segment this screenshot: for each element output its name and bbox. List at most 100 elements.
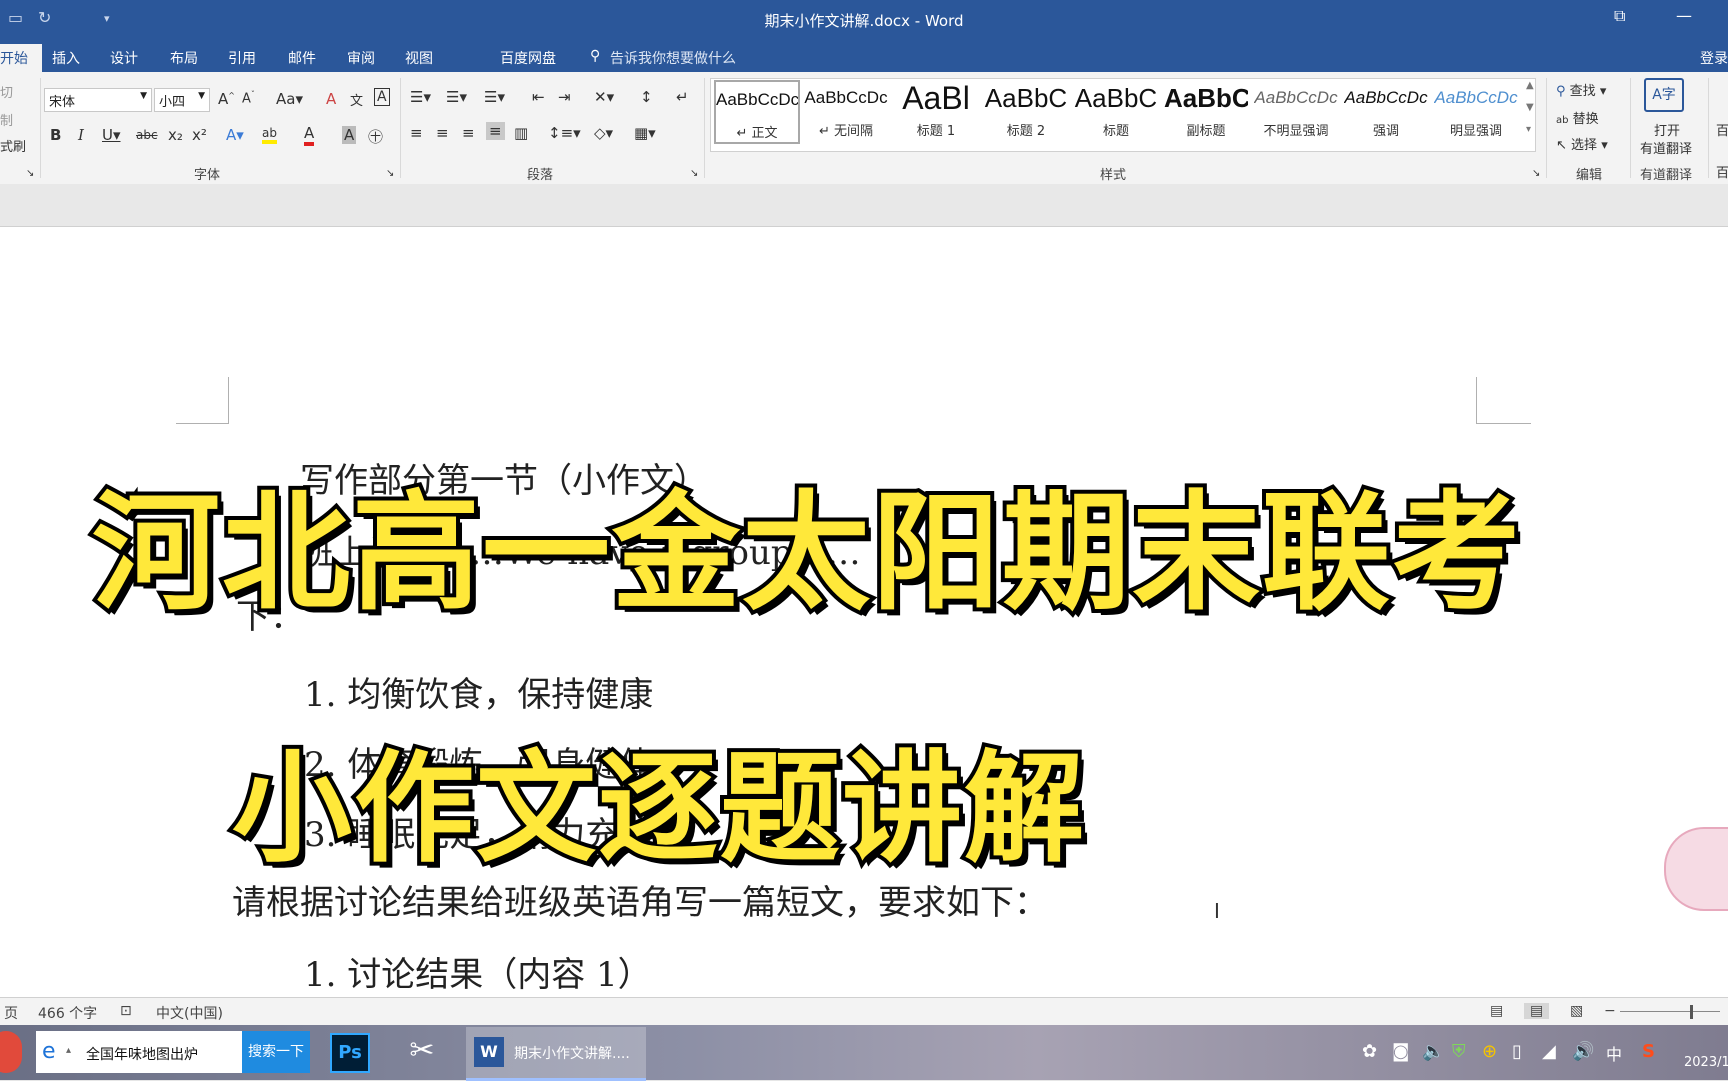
character-shading-icon[interactable]: A (342, 126, 357, 144)
ime-indicator[interactable]: 中 (1606, 1041, 1622, 1065)
clock-date[interactable]: 2023/1 (1684, 1055, 1728, 1070)
login-link[interactable]: 登录 (1700, 48, 1728, 68)
style-emphasis[interactable]: AaBbCcDc 强调 (1344, 80, 1428, 144)
numbering-icon[interactable]: ☰▾ (446, 88, 467, 106)
select-button[interactable]: ↖ 选择 ▾ (1556, 134, 1608, 153)
word-count[interactable]: 466 个字 (38, 1003, 97, 1023)
tab-insert[interactable]: 插入 (52, 48, 80, 68)
font-color-icon[interactable]: A (304, 124, 315, 146)
style-heading-2[interactable]: AaBbC 标题 2 (984, 80, 1068, 144)
power-icon[interactable]: ▯ (1512, 1041, 1522, 1062)
borders-icon[interactable]: ▦▾ (634, 124, 656, 142)
shading-icon[interactable]: ◇▾ (594, 124, 613, 142)
strikethrough-icon[interactable]: abc (136, 128, 158, 142)
partial-button-2[interactable]: 百 (1716, 162, 1728, 181)
language-indicator[interactable]: 中文(中国) (156, 1003, 223, 1023)
tray-app-icon[interactable]: ✿ (1362, 1041, 1377, 1062)
styles-more-icon[interactable]: ▾ (1526, 124, 1531, 135)
youdao-translate-icon[interactable]: A字 (1644, 78, 1684, 112)
security-icon[interactable]: ⊕ (1482, 1041, 1497, 1062)
font-size-select[interactable]: 小四 ▼ (154, 88, 210, 112)
taskbar-search-box[interactable]: e ▴ 全国年味地图出炉 (36, 1031, 242, 1073)
page-indicator[interactable]: 页 (4, 1003, 18, 1023)
text-effects-icon[interactable]: A▾ (226, 126, 244, 144)
minimize-icon[interactable]: — (1676, 6, 1692, 25)
zoom-slider[interactable] (1620, 1011, 1720, 1012)
font-launcher-icon[interactable]: ↘ (386, 168, 394, 179)
sort-icon[interactable]: ↕ (640, 88, 653, 106)
photoshop-icon[interactable]: Ps (330, 1033, 370, 1073)
enclose-characters-icon[interactable]: ㊉ (368, 126, 383, 147)
distributed-icon[interactable]: ▥ (514, 124, 528, 142)
italic-icon[interactable]: I (78, 126, 84, 144)
find-button[interactable]: ⚲ 查找 ▾ (1556, 80, 1606, 99)
zoom-slider-thumb[interactable] (1690, 1005, 1693, 1019)
character-border-icon[interactable]: A (374, 88, 390, 106)
style-subtitle[interactable]: AaBbC 副标题 (1164, 80, 1248, 144)
tab-design[interactable]: 设计 (110, 48, 138, 68)
read-mode-icon[interactable]: ▤ (1490, 1003, 1503, 1019)
change-case-icon[interactable]: Aa▾ (276, 90, 303, 108)
tell-me-icon[interactable]: ⚲ (590, 48, 600, 64)
phonetic-guide-icon[interactable]: 文 (350, 90, 363, 109)
styles-launcher-icon[interactable]: ↘ (1532, 168, 1540, 179)
clear-formatting-icon[interactable]: A (326, 90, 336, 108)
tray-device-icon[interactable]: ◙ (1392, 1041, 1409, 1062)
align-center-icon[interactable]: ≡ (436, 124, 449, 142)
ribbon-display-icon[interactable]: ⧉ (1614, 6, 1625, 26)
search-button[interactable]: 搜索一下 (242, 1031, 310, 1073)
youdao-open-label[interactable]: 打开 (1654, 120, 1680, 139)
align-right-icon[interactable]: ≡ (462, 124, 475, 142)
underline-icon[interactable]: U▾ (102, 126, 121, 144)
grow-font-icon[interactable]: A^ (218, 90, 235, 108)
partial-button-1[interactable]: 百 (1716, 120, 1728, 139)
superscript-icon[interactable]: x² (192, 126, 207, 144)
word-taskbar-button[interactable]: W 期末小作文讲解.... (466, 1027, 646, 1081)
document-page[interactable]: 写作部分第一节（小作文） 班上计划……We have a group…… 下： … (0, 227, 1728, 997)
tab-review[interactable]: 审阅 (347, 48, 375, 68)
multilevel-list-icon[interactable]: ☰▾ (484, 88, 505, 106)
style-no-spacing[interactable]: AaBbCcDc ↵ 无间隔 (804, 80, 888, 144)
line-spacing-icon[interactable]: ↕≡▾ (548, 124, 581, 142)
shrink-font-icon[interactable]: Aˇ (242, 90, 255, 106)
subscript-icon[interactable]: x₂ (168, 126, 183, 144)
decrease-indent-icon[interactable]: ⇤ (532, 88, 545, 106)
youdao-translate-label[interactable]: 有道翻译 (1640, 138, 1692, 157)
tell-me-input[interactable]: 告诉我你想要做什么 (610, 48, 736, 68)
bullets-icon[interactable]: ☰▾ (410, 88, 431, 106)
paragraph-launcher-icon[interactable]: ↘ (690, 168, 698, 179)
chinese-layout-icon[interactable]: ✕▾ (594, 88, 614, 106)
style-normal[interactable]: AaBbCcDc ↵ 正文 (714, 80, 800, 144)
format-painter-button[interactable]: 式刷 (0, 136, 26, 155)
style-title[interactable]: AaBbC 标题 (1074, 80, 1158, 144)
shield-icon[interactable]: ⛨ (1452, 1041, 1466, 1062)
styles-scroll-up-icon[interactable]: ▲ (1526, 80, 1534, 91)
snipping-tool-icon[interactable]: ✂ (402, 1033, 442, 1073)
increase-indent-icon[interactable]: ⇥ (558, 88, 571, 106)
style-intense-emphasis[interactable]: AaBbCcDc 明显强调 (1434, 80, 1518, 144)
start-button[interactable] (0, 1031, 22, 1073)
align-left-icon[interactable]: ≡ (410, 124, 423, 142)
justify-icon[interactable]: ≡ (486, 122, 505, 140)
speaker-icon[interactable]: 🔊 (1572, 1041, 1594, 1062)
style-heading-1[interactable]: AaBl 标题 1 (894, 80, 978, 144)
copy-button[interactable]: 制 (0, 110, 13, 129)
volume-warning-icon[interactable]: 🔈 (1422, 1041, 1444, 1062)
cut-button[interactable]: 切 (0, 82, 13, 101)
clipboard-launcher-icon[interactable]: ↘ (26, 168, 34, 179)
proofing-icon[interactable]: ⊡ (120, 1003, 132, 1019)
tab-mailings[interactable]: 邮件 (288, 48, 316, 68)
zoom-out-icon[interactable]: − (1604, 1003, 1616, 1019)
highlight-icon[interactable]: ab (262, 126, 277, 144)
tab-layout[interactable]: 布局 (170, 48, 198, 68)
tab-view[interactable]: 视图 (405, 48, 433, 68)
print-layout-icon[interactable]: ▤ (1524, 1003, 1550, 1019)
tab-baidu-netdisk[interactable]: 百度网盘 (500, 48, 556, 68)
tab-references[interactable]: 引用 (228, 48, 256, 68)
font-name-select[interactable]: 宋体 ▼ (44, 88, 152, 112)
sogou-icon[interactable]: S (1642, 1041, 1655, 1062)
styles-scroll-down-icon[interactable]: ▼ (1526, 102, 1534, 113)
network-icon[interactable]: ◢ (1542, 1041, 1556, 1062)
show-marks-icon[interactable]: ↵ (676, 88, 689, 106)
replace-button[interactable]: ab 替换 (1556, 108, 1599, 127)
